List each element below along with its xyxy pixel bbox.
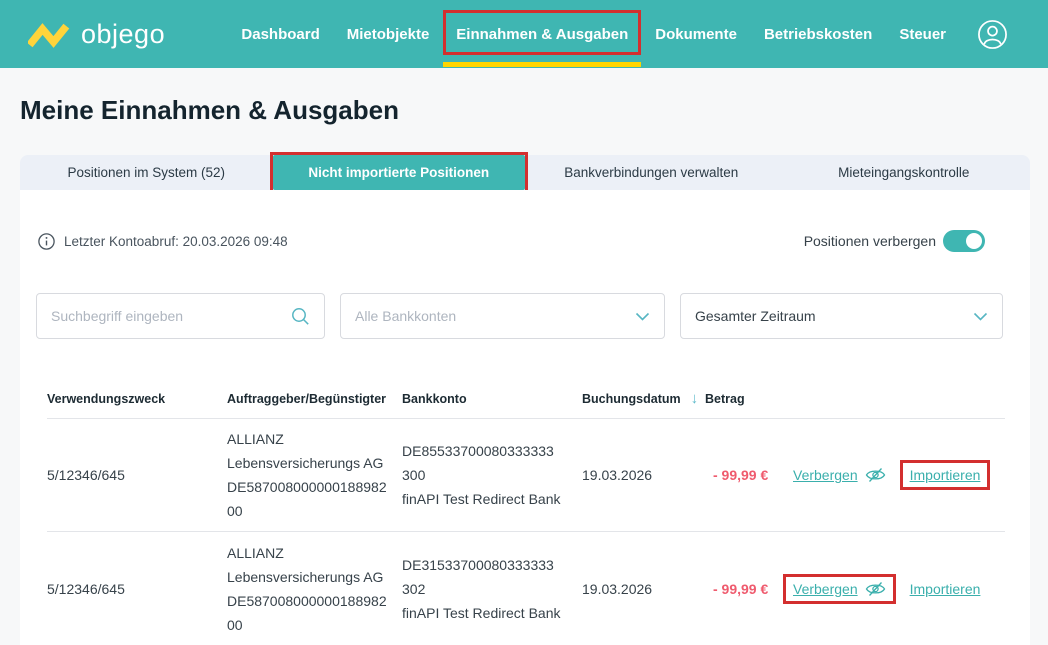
account-line: DE85533700080333333 xyxy=(402,439,582,463)
tab-mieteingangskontrolle[interactable]: Mieteingangskontrolle xyxy=(778,155,1031,190)
cell-auftraggeber: ALLIANZ Lebensversicherungs AG DE5870080… xyxy=(227,427,402,523)
logo-zigzag-icon xyxy=(28,19,70,49)
hide-positions-toggle[interactable] xyxy=(943,230,985,252)
logo-text: objego xyxy=(81,19,165,50)
toggle-label: Positionen verbergen xyxy=(804,233,936,249)
account-line: 302 xyxy=(402,577,582,601)
counterparty-line: Lebensversicherungs AG xyxy=(227,565,402,589)
verbergen-label: Verbergen xyxy=(793,581,858,597)
nav-item-einnahmen-ausgaben[interactable]: Einnahmen & Ausgaben xyxy=(456,0,628,68)
cell-actions: Verbergen Importieren xyxy=(793,467,1005,483)
col-header-verwendungszweck: Verwendungszweck xyxy=(47,392,227,406)
account-line: finAPI Test Redirect Bank xyxy=(402,601,582,625)
importieren-label: Importieren xyxy=(910,581,981,597)
account-line: finAPI Test Redirect Bank xyxy=(402,487,582,511)
nav-item-betriebskosten[interactable]: Betriebskosten xyxy=(764,0,872,68)
bank-account-dropdown[interactable]: Alle Bankkonten xyxy=(340,293,665,339)
col-header-auftraggeber: Auftraggeber/Begünstigter xyxy=(227,392,402,406)
chevron-down-icon xyxy=(973,312,988,321)
counterparty-line: 00 xyxy=(227,613,402,637)
counterparty-line: 00 xyxy=(227,499,402,523)
cell-buchungsdatum: 19.03.2026 xyxy=(582,581,705,597)
counterparty-line: DE587008000000188982 xyxy=(227,589,402,613)
main-nav: Dashboard Mietobjekte Einnahmen & Ausgab… xyxy=(241,0,1048,68)
table-row: 5/12346/645 ALLIANZ Lebensversicherungs … xyxy=(47,419,1005,532)
col-header-betrag: Betrag xyxy=(705,392,793,406)
filter-row: Alle Bankkonten Gesamter Zeitraum xyxy=(20,252,1030,339)
cell-betrag: - 99,99 € xyxy=(705,467,793,483)
account-line: DE31533700080333333 xyxy=(402,553,582,577)
status-row: Letzter Kontoabruf: 20.03.2026 09:48 Pos… xyxy=(20,190,1030,252)
cell-actions: Verbergen Importieren xyxy=(793,581,1005,597)
tab-bar: Positionen im System (52) Nicht importie… xyxy=(20,155,1030,190)
eye-slash-icon xyxy=(865,467,886,483)
eye-slash-icon xyxy=(865,581,886,597)
importieren-label: Importieren xyxy=(910,467,981,483)
col-header-bankkonto: Bankkonto xyxy=(402,392,582,406)
cell-bankkonto: DE31533700080333333 302 finAPI Test Redi… xyxy=(402,553,582,625)
cell-auftraggeber: ALLIANZ Lebensversicherungs AG DE5870080… xyxy=(227,541,402,637)
period-dropdown[interactable]: Gesamter Zeitraum xyxy=(680,293,1003,339)
cell-betrag: - 99,99 € xyxy=(705,581,793,597)
toggle-knob xyxy=(966,233,982,249)
top-navigation-bar: objego Dashboard Mietobjekte Einnahmen &… xyxy=(0,0,1048,68)
counterparty-line: Lebensversicherungs AG xyxy=(227,451,402,475)
period-dropdown-value: Gesamter Zeitraum xyxy=(695,308,816,324)
table-row: 5/12346/645 ALLIANZ Lebensversicherungs … xyxy=(47,532,1005,645)
col-header-buchungsdatum[interactable]: Buchungsdatum ↓ xyxy=(582,390,705,407)
counterparty-line: ALLIANZ xyxy=(227,541,402,565)
cell-verwendungszweck: 5/12346/645 xyxy=(47,467,227,483)
nav-item-dashboard[interactable]: Dashboard xyxy=(241,0,319,68)
counterparty-line: ALLIANZ xyxy=(227,427,402,451)
verbergen-label: Verbergen xyxy=(793,467,858,483)
verbergen-link[interactable]: Verbergen xyxy=(793,467,886,483)
importieren-link[interactable]: Importieren xyxy=(910,467,981,483)
chevron-down-icon xyxy=(635,312,650,321)
content-card: Letzter Kontoabruf: 20.03.2026 09:48 Pos… xyxy=(20,190,1030,645)
tab-nicht-importierte-positionen[interactable]: Nicht importierte Positionen xyxy=(273,155,526,190)
col-header-label: Buchungsdatum xyxy=(582,392,681,406)
account-line: 300 xyxy=(402,463,582,487)
hide-positions-toggle-group: Positionen verbergen xyxy=(804,230,985,252)
tab-bankverbindungen-verwalten[interactable]: Bankverbindungen verwalten xyxy=(525,155,778,190)
profile-menu-button[interactable] xyxy=(977,0,1008,68)
annotation-redbox-nav xyxy=(443,10,641,55)
sort-desc-icon[interactable]: ↓ xyxy=(691,390,699,407)
objego-logo[interactable]: objego xyxy=(28,19,165,50)
cell-verwendungszweck: 5/12346/645 xyxy=(47,581,227,597)
importieren-link[interactable]: Importieren xyxy=(910,581,981,597)
info-icon xyxy=(38,233,55,250)
nav-item-mietobjekte[interactable]: Mietobjekte xyxy=(347,0,430,68)
counterparty-line: DE587008000000188982 xyxy=(227,475,402,499)
app-screen: objego Dashboard Mietobjekte Einnahmen &… xyxy=(0,0,1048,645)
transactions-table: Verwendungszweck Auftraggeber/Begünstigt… xyxy=(20,379,1030,645)
search-field xyxy=(36,293,325,339)
bank-account-dropdown-value: Alle Bankkonten xyxy=(355,308,456,324)
last-fetch-text: Letzter Kontoabruf: 20.03.2026 09:48 xyxy=(64,234,288,249)
verbergen-link[interactable]: Verbergen xyxy=(793,581,886,597)
nav-item-steuer[interactable]: Steuer xyxy=(899,0,946,68)
search-icon[interactable] xyxy=(291,307,310,326)
tab-positionen-im-system[interactable]: Positionen im System (52) xyxy=(20,155,273,190)
nav-item-dokumente[interactable]: Dokumente xyxy=(655,0,737,68)
cell-buchungsdatum: 19.03.2026 xyxy=(582,467,705,483)
last-fetch-info: Letzter Kontoabruf: 20.03.2026 09:48 xyxy=(38,233,288,250)
cell-bankkonto: DE85533700080333333 300 finAPI Test Redi… xyxy=(402,439,582,511)
page-title: Meine Einnahmen & Ausgaben xyxy=(20,95,1048,126)
user-avatar-icon xyxy=(977,19,1008,50)
annotation-redbox-tab xyxy=(270,152,529,193)
search-input[interactable] xyxy=(51,308,291,324)
table-header-row: Verwendungszweck Auftraggeber/Begünstigt… xyxy=(47,379,1005,419)
